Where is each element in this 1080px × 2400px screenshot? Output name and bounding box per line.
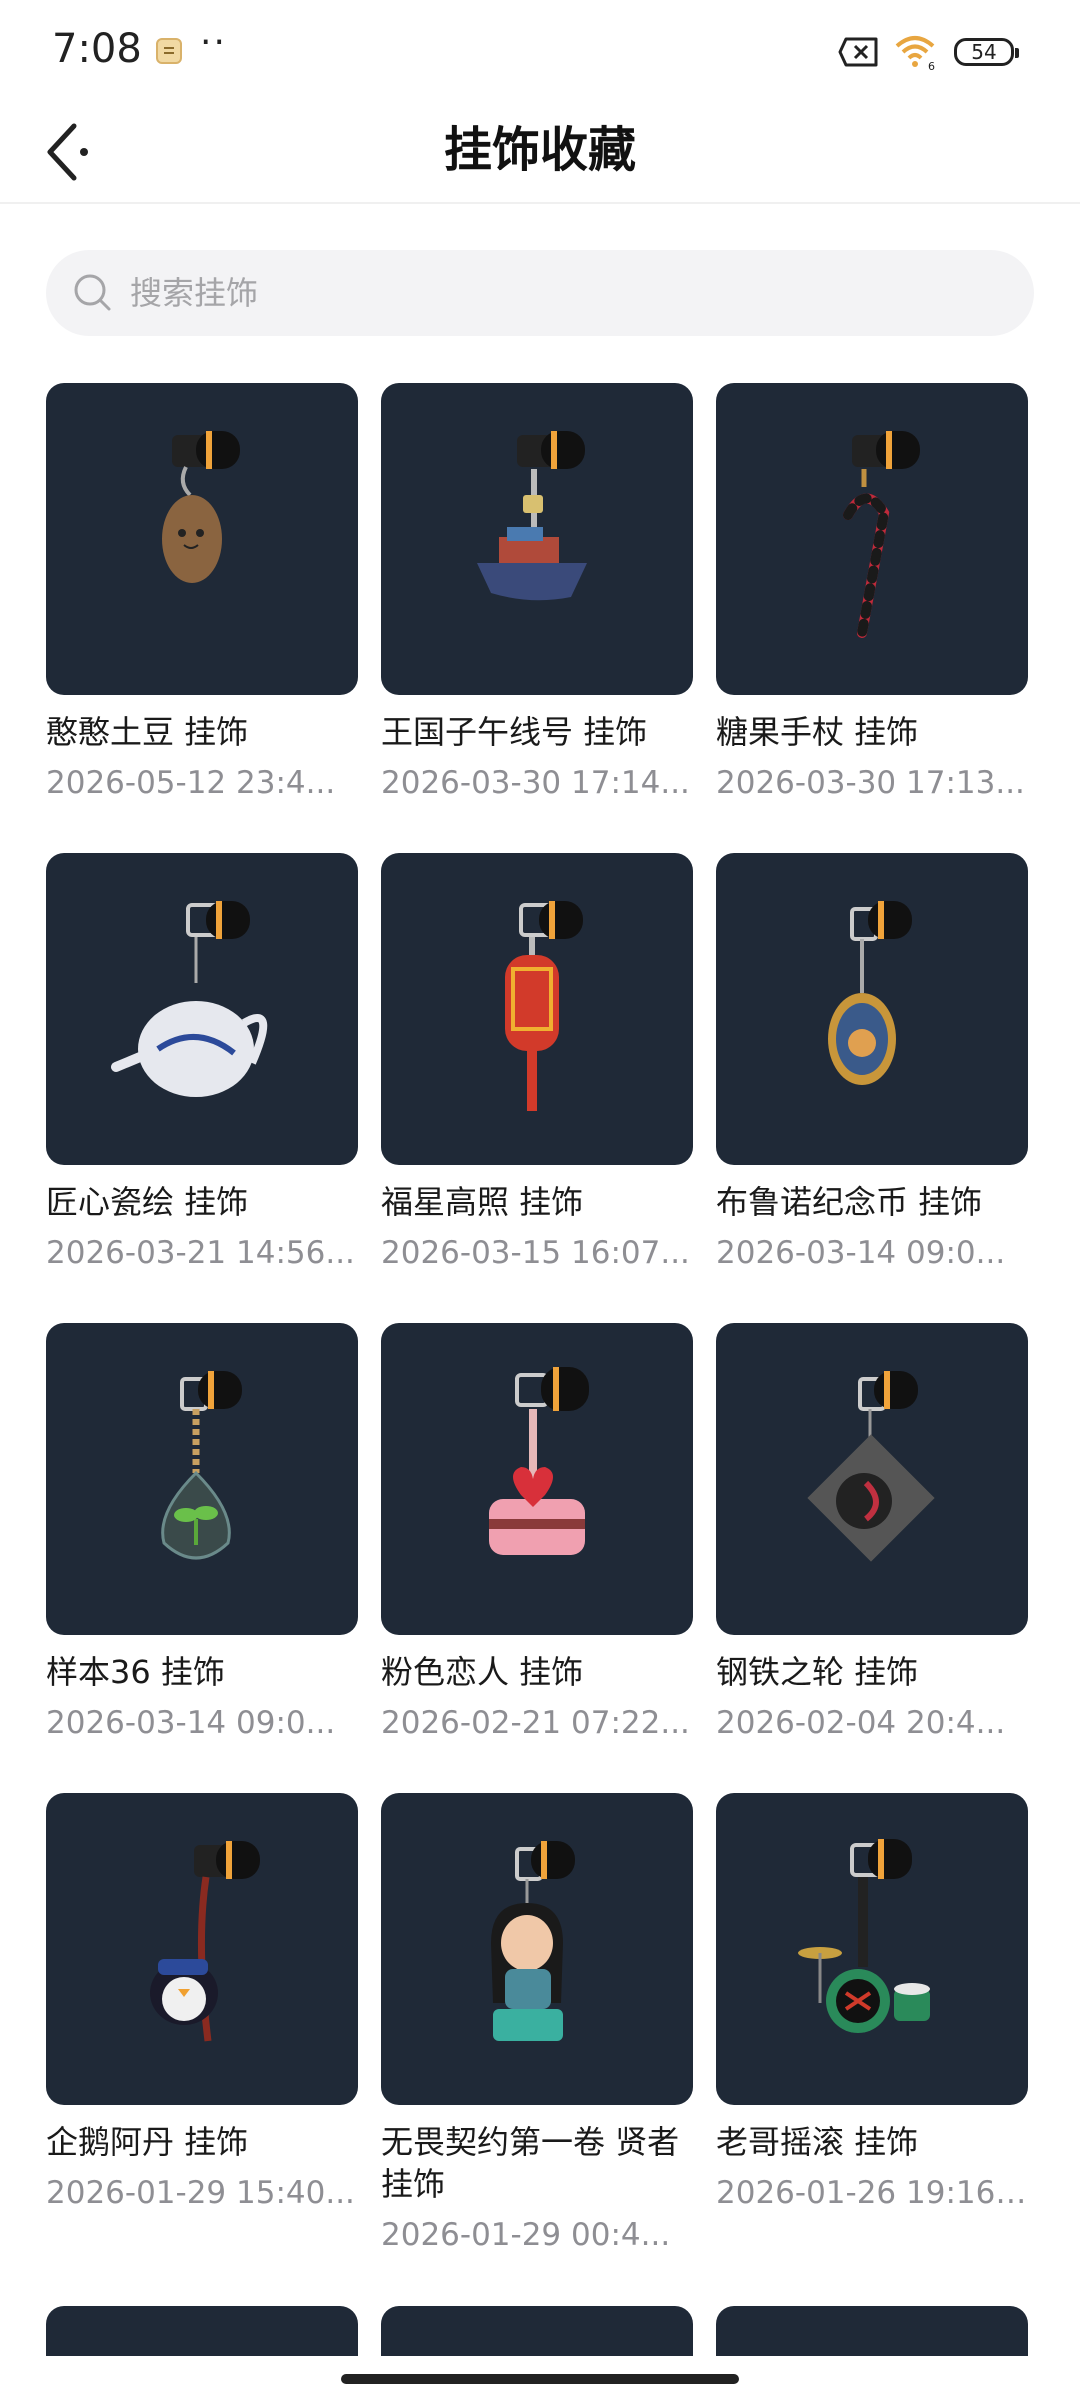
- charm-date: 2026-03-15 16:07...: [381, 1235, 690, 1271]
- charm-card[interactable]: 糖果手杖 挂饰 2026-03-30 17:13...: [716, 383, 1028, 803]
- charm-name: 企鹅阿丹 挂饰: [46, 2123, 249, 2161]
- charm-thumbnail: [46, 1793, 358, 2105]
- charm-name: 糖果手杖 挂饰: [716, 713, 919, 751]
- charm-name: 福星高照 挂饰: [381, 1183, 584, 1221]
- status-time: 7:08: [52, 26, 142, 72]
- more-notifications-indicator: ··: [200, 22, 227, 63]
- potato-charm-image: [162, 431, 240, 583]
- ship-charm-image: [477, 431, 587, 601]
- home-indicator[interactable]: [341, 2374, 739, 2384]
- charm-date: 2026-03-14 09:0...: [716, 1235, 1006, 1271]
- charm-thumbnail: [46, 1323, 358, 1635]
- heart-cake-charm-image: [489, 1367, 589, 1555]
- charm-name: 憨憨土豆 挂饰: [46, 713, 249, 751]
- charm-date: 2026-03-14 09:0...: [46, 1705, 336, 1741]
- turntable-charm-image: [807, 1371, 935, 1562]
- charm-card[interactable]: 福星高照 挂饰 2026-03-15 16:07...: [381, 853, 693, 1273]
- charm-name: 匠心瓷绘 挂饰: [46, 1183, 249, 1221]
- seedling-charm-image: [161, 1371, 242, 1560]
- charm-date: 2026-03-30 17:14...: [381, 765, 690, 801]
- charm-date: 2026-01-26 19:16:...: [716, 2175, 1028, 2211]
- search-input[interactable]: [130, 250, 990, 336]
- charm-card[interactable]: 憨憨土豆 挂饰 2026-05-12 23:4...: [46, 383, 358, 803]
- charm-name: 钢铁之轮 挂饰: [716, 1653, 919, 1691]
- charm-thumbnail: [381, 383, 693, 695]
- charm-date: 2026-05-12 23:4...: [46, 765, 336, 801]
- wifi-icon: 6: [895, 36, 935, 72]
- teapot-charm-image: [111, 901, 268, 1097]
- charm-thumbnail: [716, 853, 1028, 1165]
- coin-charm-image: [828, 901, 912, 1085]
- charm-name: 老哥摇滚 挂饰: [716, 2123, 919, 2161]
- notification-icon: [156, 38, 182, 64]
- charm-name: 粉色恋人 挂饰: [381, 1653, 584, 1691]
- wifi-badge: 6: [928, 60, 935, 72]
- charm-card[interactable]: 企鹅阿丹 挂饰 2026-01-29 15:40...: [46, 1793, 358, 2213]
- charm-card[interactable]: 粉色恋人 挂饰 2026-02-21 07:22...: [381, 1323, 693, 1743]
- charm-thumbnail: [381, 853, 693, 1165]
- charm-name: 无畏契约第一卷 贤者 挂饰: [381, 2123, 680, 2203]
- search-icon: [74, 274, 111, 311]
- battery-icon: 54: [954, 38, 1019, 66]
- charm-card[interactable]: 钢铁之轮 挂饰 2026-02-04 20:4...: [716, 1323, 1028, 1743]
- charm-card[interactable]: 布鲁诺纪念币 挂饰 2026-03-14 09:0...: [716, 853, 1028, 1273]
- sage-figure-charm-image: [491, 1841, 575, 2041]
- charm-card[interactable]: 无畏契约第一卷 贤者 挂饰 2026-01-29 00:4...: [381, 1793, 693, 2255]
- charm-date: 2026-03-30 17:13...: [716, 765, 1025, 801]
- penguin-charm-image: [150, 1841, 260, 2042]
- status-bar: 7:08 ·· 6 54: [0, 0, 1080, 100]
- search-box[interactable]: [46, 250, 1034, 336]
- charm-name: 布鲁诺纪念币 挂饰: [716, 1183, 983, 1221]
- lantern-charm-image: [505, 901, 583, 1111]
- charm-name: 样本36 挂饰: [46, 1653, 225, 1691]
- charm-card[interactable]: 王国子午线号 挂饰 2026-03-30 17:14...: [381, 383, 693, 803]
- drum-kit-charm-image: [798, 1839, 930, 2033]
- charm-date: 2026-02-21 07:22...: [381, 1705, 690, 1741]
- page-title: 挂饰收藏: [443, 122, 636, 178]
- charm-thumbnail: [46, 383, 358, 695]
- charm-thumbnail: [381, 1323, 693, 1635]
- charm-date: 2026-01-29 00:4...: [381, 2217, 671, 2253]
- charm-card[interactable]: 样本36 挂饰 2026-03-14 09:0...: [46, 1323, 358, 1743]
- candy-cane-charm-image: [843, 431, 920, 638]
- charm-card[interactable]: 老哥摇滚 挂饰 2026-01-26 19:16:...: [716, 1793, 1028, 2213]
- charm-date: 2026-02-04 20:4...: [716, 1705, 1006, 1741]
- charm-card[interactable]: 匠心瓷绘 挂饰 2026-03-21 14:56...: [46, 853, 358, 1273]
- charm-thumbnail: [381, 1793, 693, 2105]
- charm-thumbnail: [716, 383, 1028, 695]
- nav-bar: 挂饰收藏: [0, 100, 1080, 204]
- charm-thumbnail: [716, 1323, 1028, 1635]
- sim-blocked-icon: [838, 37, 878, 67]
- charm-thumbnail: [46, 853, 358, 1165]
- charm-name: 王国子午线号 挂饰: [381, 713, 648, 751]
- charm-thumbnail: [716, 1793, 1028, 2105]
- charm-date: 2026-01-29 15:40...: [46, 2175, 355, 2211]
- charm-date: 2026-03-21 14:56...: [46, 1235, 355, 1271]
